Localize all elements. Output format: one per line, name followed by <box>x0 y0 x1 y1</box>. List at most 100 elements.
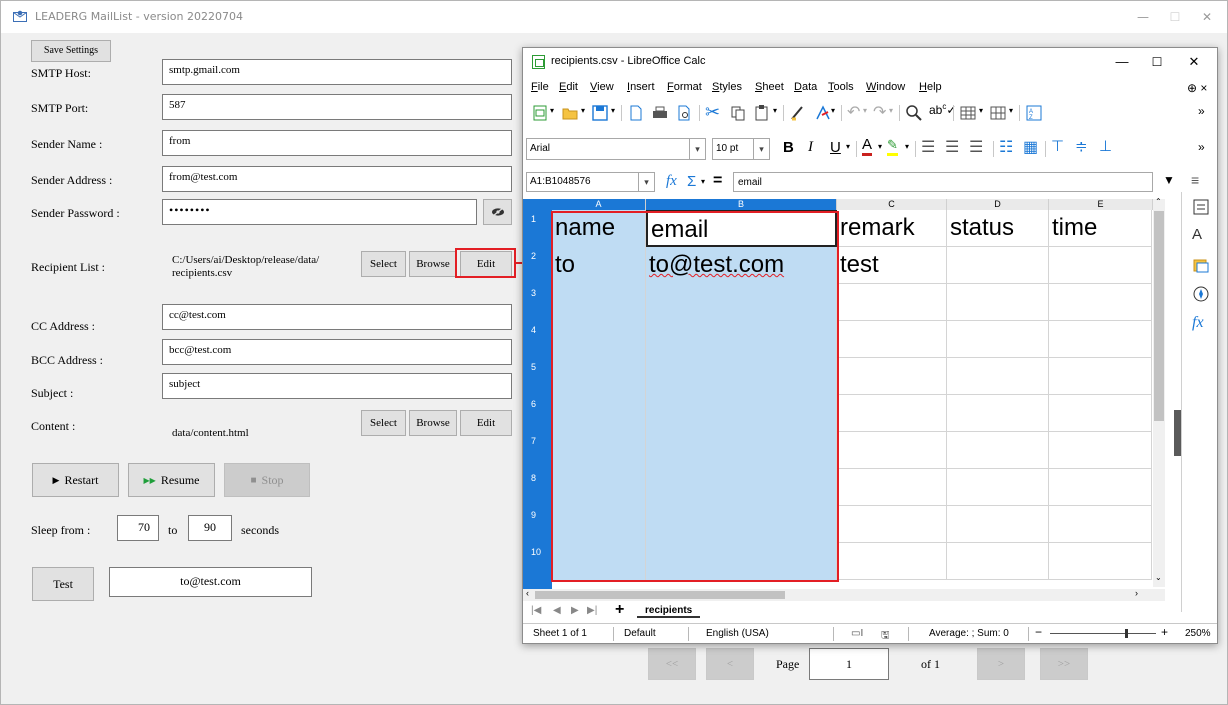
dropdown-arrow-icon[interactable]: ▾ <box>905 142 909 151</box>
sidebar-collapse-handle[interactable] <box>1174 410 1181 456</box>
print-icon[interactable] <box>651 104 669 122</box>
smtp-port-input[interactable]: 587 <box>162 94 512 120</box>
dropdown-arrow-icon[interactable]: ▾ <box>889 106 893 115</box>
cell-c3[interactable] <box>837 284 947 321</box>
recipient-select-button[interactable]: Select <box>361 251 406 277</box>
prev-sheet-icon[interactable]: ◀ <box>553 605 561 616</box>
column-header-e[interactable]: E <box>1049 199 1153 210</box>
bcc-address-input[interactable]: bcc@test.com <box>162 339 512 365</box>
find-replace-icon[interactable] <box>905 104 923 122</box>
align-left-icon[interactable]: ☰ <box>921 137 935 157</box>
menu-insert[interactable]: Insert <box>627 81 655 93</box>
test-button[interactable]: Test <box>32 567 94 601</box>
add-sheet-icon[interactable]: + <box>615 601 624 619</box>
cell-c2[interactable]: test <box>837 247 947 284</box>
cell-d2[interactable] <box>947 247 1049 284</box>
pager-page-input[interactable]: 1 <box>809 648 889 680</box>
content-edit-button[interactable]: Edit <box>460 410 512 436</box>
align-center-icon[interactable]: ☰ <box>945 137 959 157</box>
dropdown-arrow-icon[interactable]: ▾ <box>846 142 850 151</box>
cell-e10[interactable] <box>1049 543 1152 580</box>
column-header-c[interactable]: C <box>837 199 947 210</box>
dropdown-arrow-icon[interactable]: ▾ <box>581 106 585 115</box>
cc-address-input[interactable]: cc@test.com <box>162 304 512 330</box>
subject-input[interactable]: subject <box>162 373 512 399</box>
cell-e1[interactable]: time <box>1049 210 1152 247</box>
sort-icon[interactable]: AZ <box>1025 104 1043 122</box>
dropdown-arrow-icon[interactable]: ▾ <box>878 142 882 151</box>
styles-icon[interactable]: A <box>1192 226 1210 244</box>
print-preview-icon[interactable] <box>675 104 693 122</box>
clone-formatting-icon[interactable] <box>789 104 807 122</box>
copy-icon[interactable] <box>729 104 747 122</box>
dropdown-arrow-icon[interactable]: ▾ <box>831 106 835 115</box>
spreadsheet-grid[interactable]: A B C D E 1 name email remark status tim… <box>523 199 1163 589</box>
zoom-level[interactable]: 250% <box>1185 628 1211 639</box>
cell-d10[interactable] <box>947 543 1049 580</box>
cell-c4[interactable] <box>837 321 947 358</box>
redo-icon[interactable]: ↷ <box>873 102 886 122</box>
properties-icon[interactable] <box>1192 198 1210 216</box>
row-header-3[interactable]: 3 <box>523 284 552 321</box>
gallery-icon[interactable] <box>1192 256 1210 274</box>
paste-icon[interactable] <box>753 104 771 122</box>
cell-c7[interactable] <box>837 432 947 469</box>
underline-icon[interactable]: U <box>830 139 841 156</box>
recipient-browse-button[interactable]: Browse <box>409 251 457 277</box>
content-select-button[interactable]: Select <box>361 410 406 436</box>
formula-icon[interactable]: = <box>713 172 722 190</box>
export-pdf-icon[interactable] <box>627 104 645 122</box>
test-address-input[interactable]: to@test.com <box>109 567 312 597</box>
calc-minimize-button[interactable]: — <box>1107 52 1137 72</box>
menu-sheet[interactable]: Sheet <box>755 81 784 93</box>
sender-name-input[interactable]: from <box>162 130 512 156</box>
cell-c9[interactable] <box>837 506 947 543</box>
menu-help[interactable]: Help <box>919 81 942 93</box>
resume-button[interactable]: ▶▶ Resume <box>128 463 215 497</box>
select-all-corner[interactable] <box>523 199 552 210</box>
column-header-d[interactable]: D <box>947 199 1049 210</box>
page-style[interactable]: Default <box>624 628 656 639</box>
sender-address-input[interactable]: from@test.com <box>162 166 512 192</box>
zoom-out-icon[interactable]: − <box>1035 625 1042 639</box>
cell-d7[interactable] <box>947 432 1049 469</box>
row-header-9[interactable]: 9 <box>523 506 552 543</box>
sleep-from-input[interactable]: 70 <box>117 515 159 541</box>
open-folder-icon[interactable] <box>561 104 579 122</box>
cell-c8[interactable] <box>837 469 947 506</box>
navigator-icon[interactable] <box>1192 285 1210 303</box>
document-modified-icon[interactable]: 🖫 <box>881 628 890 645</box>
menu-edit[interactable]: Edit <box>559 81 578 93</box>
align-bottom-icon[interactable]: ⊥ <box>1099 137 1112 155</box>
sum-icon[interactable]: Σ <box>687 173 696 190</box>
expand-formula-icon[interactable]: ▼ <box>1163 173 1175 187</box>
row-header-10[interactable]: 10 <box>523 543 552 580</box>
sheet-tab-recipients[interactable]: recipients <box>637 605 701 618</box>
menu-data[interactable]: Data <box>794 81 817 93</box>
sender-password-input[interactable]: •••••••• <box>162 199 477 225</box>
smtp-host-input[interactable]: smtp.gmail.com <box>162 59 512 85</box>
menu-styles[interactable]: Styles <box>712 81 742 93</box>
row-header-5[interactable]: 5 <box>523 358 552 395</box>
cell-d1[interactable]: status <box>947 210 1049 247</box>
dropdown-arrow-icon[interactable]: ▾ <box>550 106 554 115</box>
cell-d4[interactable] <box>947 321 1049 358</box>
toolbar-overflow-icon[interactable]: » <box>1198 140 1205 154</box>
menu-window[interactable]: Window <box>866 81 905 93</box>
font-color-icon[interactable]: A <box>862 137 873 156</box>
cell-c10[interactable] <box>837 543 947 580</box>
row-header-2[interactable]: 2 <box>523 247 552 284</box>
globe-icon[interactable]: ⊕ × <box>1187 81 1207 95</box>
cell-c1[interactable]: remark <box>837 210 947 247</box>
align-top-icon[interactable]: ⊤ <box>1051 137 1064 155</box>
next-sheet-icon[interactable]: ▶ <box>571 605 579 616</box>
wrap-text-icon[interactable]: ☷ <box>999 137 1013 157</box>
minimize-button[interactable]: — <box>1129 7 1157 27</box>
save-settings-button[interactable]: Save Settings <box>31 40 111 62</box>
cell-e6[interactable] <box>1049 395 1152 432</box>
dropdown-arrow-icon[interactable]: ▾ <box>611 106 615 115</box>
italic-icon[interactable]: I <box>808 139 813 156</box>
row-header-7[interactable]: 7 <box>523 432 552 469</box>
column-header-a[interactable]: A <box>552 199 646 210</box>
column-icon[interactable] <box>989 104 1007 122</box>
